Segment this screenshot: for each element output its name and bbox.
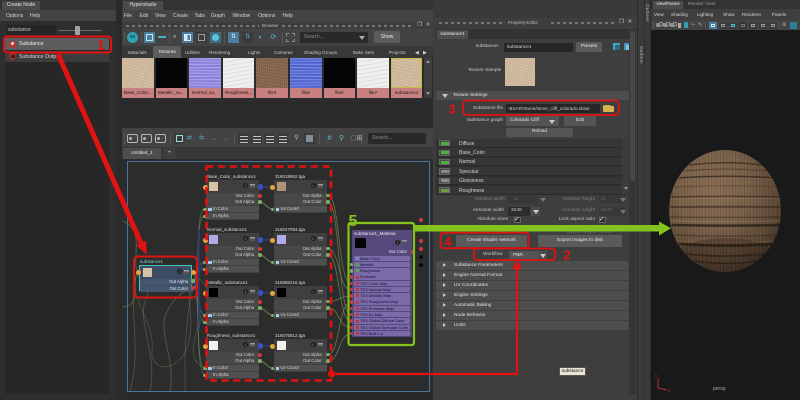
svg-text:y: y	[655, 373, 658, 378]
svg-text:x: x	[668, 388, 671, 392]
